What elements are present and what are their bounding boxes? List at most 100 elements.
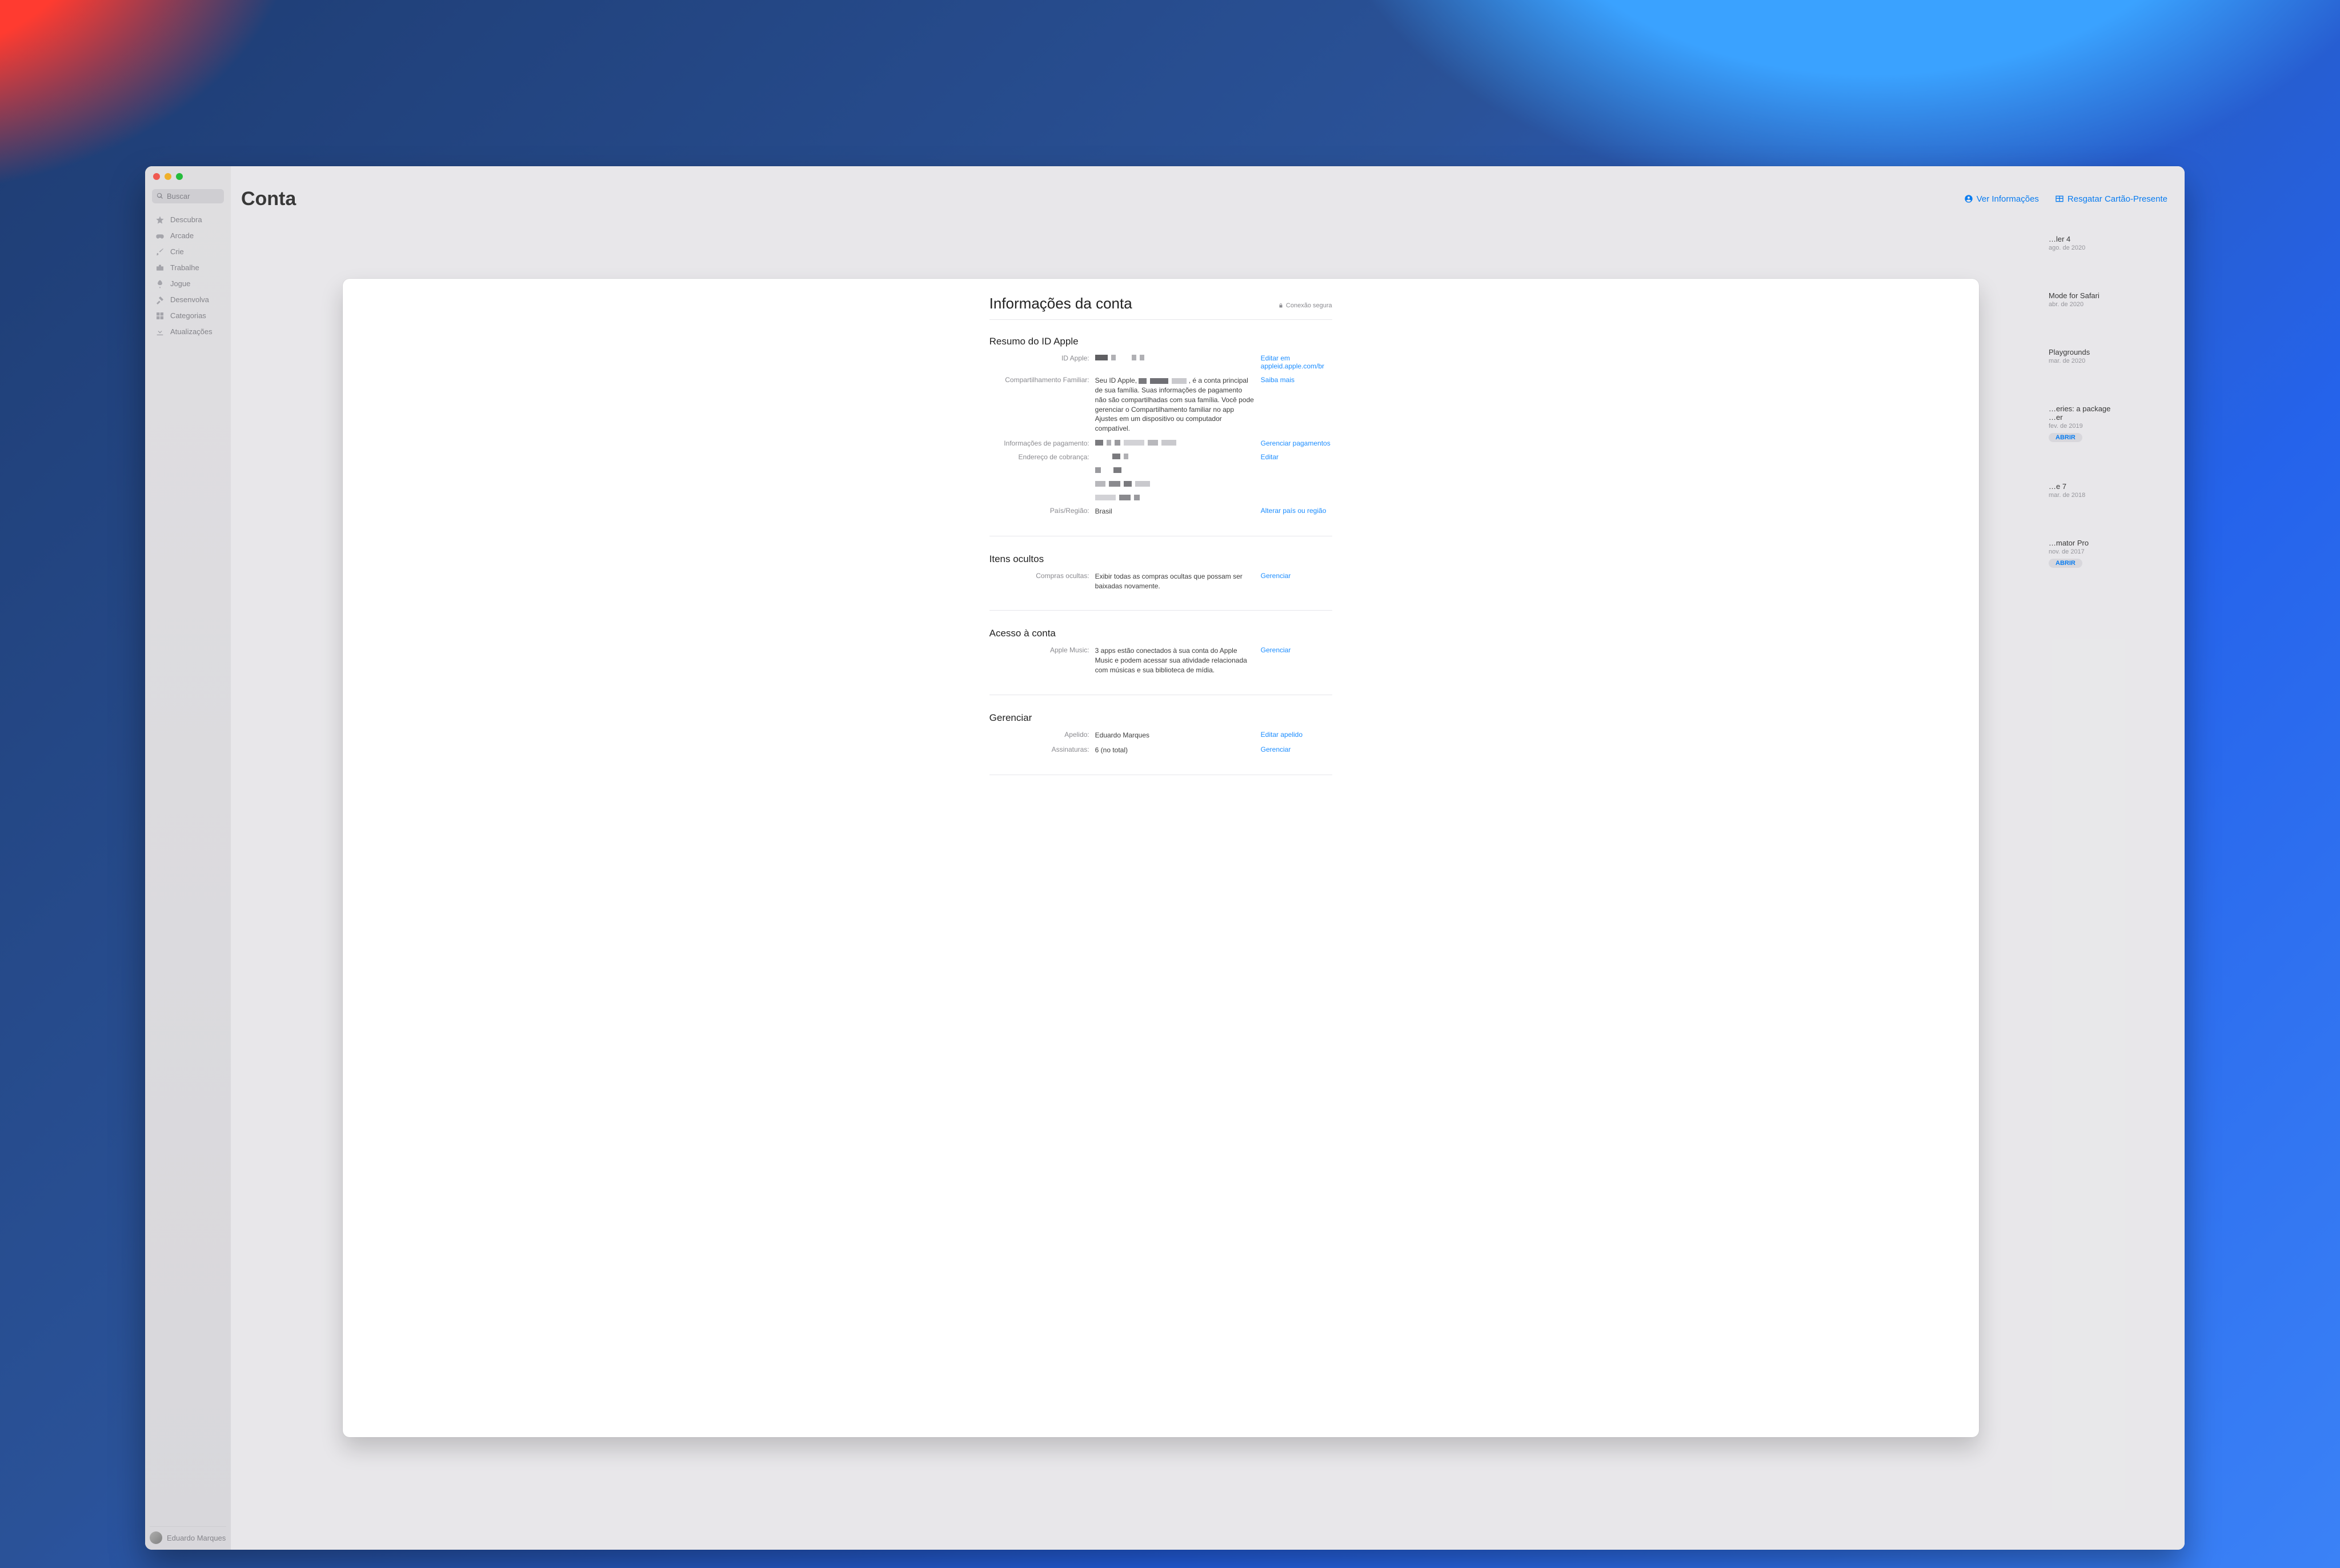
sidebar-item-discover[interactable]: Descubra <box>150 212 226 227</box>
sidebar-item-label: Desenvolva <box>170 295 209 304</box>
sidebar-item-categories[interactable]: Categorias <box>150 308 226 323</box>
sidebar-item-label: Crie <box>170 247 184 256</box>
row-country: País/Região: Brasil Alterar país ou regi… <box>989 507 1332 516</box>
sidebar-user-name: Eduardo Marques <box>167 1534 226 1542</box>
sidebar-user[interactable]: Eduardo Marques <box>150 1526 226 1544</box>
row-apple-id: ID Apple: Editar em appleid.apple.com/br <box>989 354 1332 370</box>
redeem-button[interactable]: Resgatar Cartão-Presente <box>2055 194 2167 204</box>
fullscreen-icon[interactable] <box>176 173 183 180</box>
edit-apple-id-link[interactable]: Editar em appleid.apple.com/br <box>1261 354 1344 370</box>
field-value: Brasil <box>1095 507 1255 516</box>
sidebar-item-arcade[interactable]: Arcade <box>150 228 226 243</box>
field-value-redacted <box>1095 354 1255 361</box>
sidebar-item-create[interactable]: Crie <box>150 244 226 259</box>
view-info-button[interactable]: Ver Informações <box>1964 194 2039 204</box>
section-title: Gerenciar <box>989 712 1332 724</box>
grid-icon <box>155 311 165 320</box>
bg-item-meta: ago. de 2020 <box>2049 244 2174 251</box>
bg-item-title: …mator Pro <box>2049 539 2174 547</box>
star-icon <box>155 215 165 224</box>
secure-badge: Conexão segura <box>1278 302 1332 309</box>
field-label: Apelido: <box>989 731 1089 739</box>
sidebar-item-work[interactable]: Trabalhe <box>150 260 226 275</box>
list-item: …eries: a package …er fev. de 2019 ABRIR <box>2049 404 2174 442</box>
field-value: 3 apps estão conectados à sua conta do A… <box>1095 646 1255 675</box>
top-actions: Ver Informações Resgatar Cartão-Presente <box>1964 194 2167 204</box>
gift-card-icon <box>2055 194 2064 203</box>
change-country-link[interactable]: Alterar país ou região <box>1261 507 1344 515</box>
search-icon <box>157 193 163 199</box>
bg-item-meta: fev. de 2019 <box>2049 423 2174 430</box>
edit-billing-link[interactable]: Editar <box>1261 453 1344 461</box>
row-nickname: Apelido: Eduardo Marques Editar apelido <box>989 731 1332 740</box>
edit-nickname-link[interactable]: Editar apelido <box>1261 731 1344 739</box>
row-hidden-purchases: Compras ocultas: Exibir todas as compras… <box>989 572 1332 591</box>
search-input[interactable]: Buscar <box>152 189 224 203</box>
row-family-sharing: Compartilhamento Familiar: Seu ID Apple,… <box>989 376 1332 434</box>
bg-item-title: Playgrounds <box>2049 348 2174 356</box>
open-button[interactable]: ABRIR <box>2049 559 2082 568</box>
list-item: …ler 4 ago. de 2020 <box>2049 235 2174 251</box>
field-label: Apple Music: <box>989 646 1089 654</box>
manage-subscriptions-link[interactable]: Gerenciar <box>1261 745 1344 753</box>
sidebar-item-develop[interactable]: Desenvolva <box>150 292 226 307</box>
view-info-label: Ver Informações <box>1977 194 2039 204</box>
list-item: Playgrounds mar. de 2020 <box>2049 348 2174 364</box>
topbar: Conta Ver Informações Resgatar Cartão-Pr… <box>241 188 2167 210</box>
bg-item-meta: abr. de 2020 <box>2049 301 2174 308</box>
list-item: …mator Pro nov. de 2017 ABRIR <box>2049 539 2174 568</box>
close-icon[interactable] <box>153 173 160 180</box>
field-label: Endereço de cobrança: <box>989 453 1089 461</box>
bg-item-meta: mar. de 2018 <box>2049 492 2174 499</box>
bg-item-meta: nov. de 2017 <box>2049 548 2174 555</box>
account-info-modal: Informações da conta Conexão segura Resu… <box>343 279 1979 1437</box>
bg-item-title: …ler 4 <box>2049 235 2174 243</box>
field-value: 6 (no total) <box>1095 745 1255 755</box>
sidebar-item-label: Trabalhe <box>170 263 199 272</box>
sidebar-item-updates[interactable]: Atualizações <box>150 324 226 339</box>
section-hidden-items: Itens ocultos Compras ocultas: Exibir to… <box>989 554 1332 611</box>
section-title: Itens ocultos <box>989 554 1332 565</box>
sidebar-item-label: Jogue <box>170 279 190 288</box>
family-learn-more-link[interactable]: Saiba mais <box>1261 376 1344 384</box>
secure-label: Conexão segura <box>1286 302 1332 309</box>
section-manage: Gerenciar Apelido: Eduardo Marques Edita… <box>989 712 1332 776</box>
background-app-list: …ler 4 ago. de 2020 Mode for Safari abr.… <box>2049 235 2174 608</box>
field-value-redacted <box>1095 439 1255 446</box>
row-apple-music: Apple Music: 3 apps estão conectados à s… <box>989 646 1332 675</box>
person-circle-icon <box>1964 194 1973 203</box>
page-title: Conta <box>241 188 296 210</box>
list-item: …e 7 mar. de 2018 <box>2049 482 2174 499</box>
download-icon <box>155 327 165 336</box>
briefcase-icon <box>155 263 165 272</box>
field-label: Assinaturas: <box>989 745 1089 753</box>
manage-hidden-link[interactable]: Gerenciar <box>1261 572 1344 580</box>
sidebar-item-label: Arcade <box>170 231 194 240</box>
sidebar-items: Descubra Arcade Crie Trabalhe Jogue Dese… <box>145 210 231 342</box>
bg-item-title: …er <box>2049 413 2174 422</box>
manage-music-access-link[interactable]: Gerenciar <box>1261 646 1344 654</box>
gamepad-icon <box>155 231 165 240</box>
lock-icon <box>1278 303 1284 308</box>
manage-payments-link[interactable]: Gerenciar pagamentos <box>1261 439 1344 447</box>
section-title: Resumo do ID Apple <box>989 336 1332 347</box>
minimize-icon[interactable] <box>165 173 171 180</box>
modal-scroll[interactable]: Informações da conta Conexão segura Resu… <box>343 279 1979 1437</box>
bg-item-title: …e 7 <box>2049 482 2174 491</box>
avatar <box>150 1531 162 1544</box>
section-apple-id: Resumo do ID Apple ID Apple: Editar em a… <box>989 336 1332 536</box>
sidebar-item-play[interactable]: Jogue <box>150 276 226 291</box>
field-label: Compras ocultas: <box>989 572 1089 580</box>
list-item: Mode for Safari abr. de 2020 <box>2049 291 2174 308</box>
row-subscriptions: Assinaturas: 6 (no total) Gerenciar <box>989 745 1332 755</box>
brush-icon <box>155 247 165 256</box>
redeem-label: Resgatar Cartão-Presente <box>2067 194 2167 204</box>
open-button[interactable]: ABRIR <box>2049 433 2082 442</box>
app-store-window: Buscar Descubra Arcade Crie Trabalhe Jog… <box>145 166 2185 1550</box>
field-label: ID Apple: <box>989 354 1089 362</box>
section-title: Acesso à conta <box>989 628 1332 639</box>
modal-title: Informações da conta <box>989 295 1132 312</box>
bg-item-title: Mode for Safari <box>2049 291 2174 300</box>
field-label: Informações de pagamento: <box>989 439 1089 447</box>
window-controls <box>153 173 183 180</box>
